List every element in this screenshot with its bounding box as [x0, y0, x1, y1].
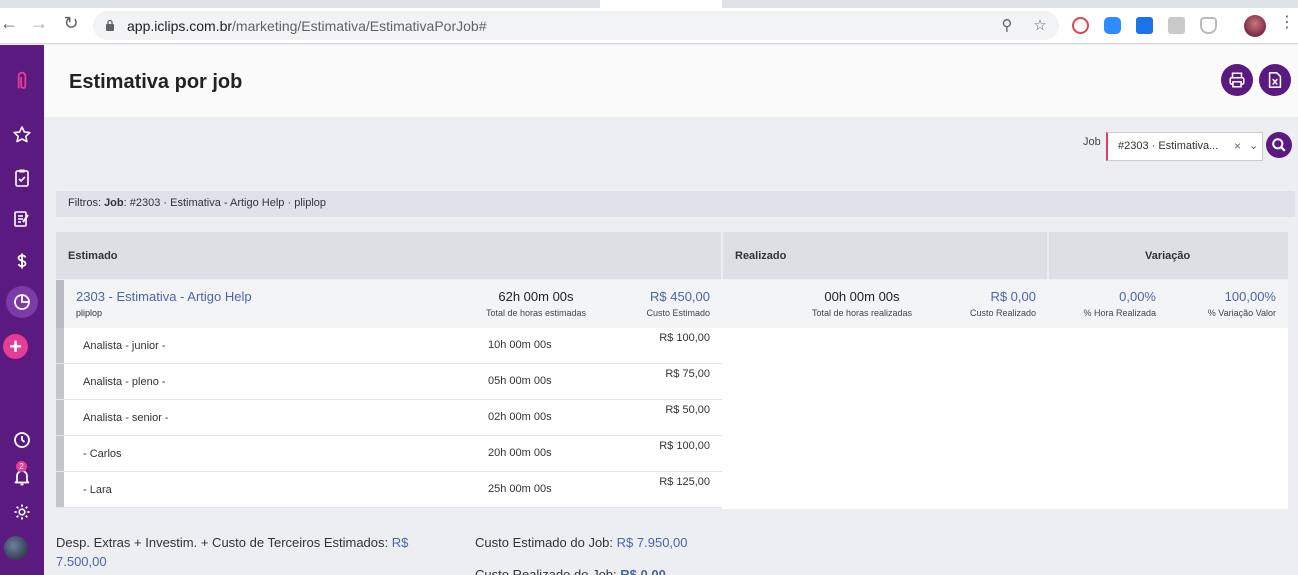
bookmark-star-icon[interactable]: ☆ — [1032, 18, 1048, 34]
resource-cost: R$ 50,00 — [665, 404, 710, 416]
clipboard-icon[interactable] — [6, 162, 38, 194]
add-icon[interactable]: + — [3, 334, 28, 359]
resource-name: Analista - pleno - — [83, 376, 166, 388]
estimated-hours: 62h 00m 00s Total de horas estimadas — [485, 289, 586, 318]
resource-hours: 05h 00m 00s — [488, 375, 552, 387]
resource-cost: R$ 75,00 — [665, 368, 710, 380]
job-select-value: #2303 · Estimativa... — [1118, 140, 1219, 152]
resource-cost: R$ 100,00 — [659, 440, 710, 452]
printer-icon — [1229, 72, 1245, 88]
page-title: Estimativa por job — [69, 71, 243, 93]
export-excel-button[interactable] — [1259, 64, 1291, 96]
user-avatar[interactable] — [4, 536, 28, 560]
table-row: Analista - junior - 10h 00m 00s R$ 100,0… — [56, 328, 722, 364]
lock-icon — [106, 19, 114, 31]
hour-realized-pct: 0,00% % Hora Realizada — [1083, 289, 1156, 318]
resource-hours: 02h 00m 00s — [488, 411, 552, 423]
row-marker — [56, 328, 64, 363]
search-button[interactable] — [1266, 132, 1292, 158]
row-marker — [56, 280, 64, 328]
estimated-cost: R$ 450,00 Custo Estimado — [646, 289, 710, 318]
job-cost-summary: Custo Estimado do Job: R$ 7.950,00 — [475, 535, 688, 550]
resource-name: Analista - junior - — [83, 340, 166, 352]
filters-value: : #2303 · Estimativa - Artigo Help · pli… — [123, 197, 326, 209]
browser-toolbar: ← → ↻ app.iclips.com.br/marketing/Estima… — [0, 0, 1298, 44]
header-realizado: Realizado — [723, 232, 1047, 279]
job-client: pliplop — [76, 308, 103, 318]
logo-icon[interactable] — [6, 65, 38, 97]
resource-hours: 20h 00m 00s — [488, 447, 552, 459]
table-row: Analista - senior - 02h 00m 00s R$ 50,00 — [56, 400, 722, 436]
resource-name: - Carlos — [83, 448, 122, 460]
extension-icon[interactable] — [1072, 17, 1089, 34]
empty-realized-area — [722, 328, 1288, 509]
reports-pie-icon[interactable] — [6, 286, 38, 318]
main-content: Estimativa por job Job #2303 · Estimativ… — [44, 45, 1298, 575]
chevron-down-icon[interactable]: ⌄ — [1249, 139, 1258, 152]
realized-hours: 00h 00m 00s Total de horas realizadas — [811, 289, 912, 318]
job-name-link[interactable]: 2303 - Estimativa - Artigo Help — [76, 289, 252, 304]
settings-gear-icon[interactable] — [6, 496, 38, 528]
trello-extension-icon[interactable] — [1136, 17, 1153, 34]
resource-hours: 10h 00m 00s — [488, 339, 552, 351]
extras-summary: Desp. Extras + Investim. + Custo de Terc… — [56, 535, 409, 569]
profile-avatar[interactable] — [1244, 15, 1266, 37]
active-tab[interactable] — [600, 0, 722, 8]
back-icon[interactable]: ← — [0, 14, 18, 32]
extension-m-icon[interactable] — [1168, 17, 1185, 34]
row-marker — [56, 364, 64, 399]
print-button[interactable] — [1221, 64, 1253, 96]
search-icon — [1272, 138, 1286, 152]
row-marker — [56, 436, 64, 471]
header-estimado: Estimado — [56, 232, 721, 279]
clock-icon[interactable] — [6, 424, 38, 456]
clear-icon[interactable]: × — [1234, 139, 1241, 153]
header-variacao: Variação — [1049, 232, 1288, 279]
job-select[interactable]: #2303 · Estimativa... × ⌄ — [1106, 132, 1263, 161]
url-text: app.iclips.com.br/marketing/Estimativa/E… — [127, 18, 487, 34]
row-marker — [56, 472, 64, 507]
zoom-extension-icon[interactable] — [1104, 17, 1121, 34]
resource-cost: R$ 100,00 — [659, 332, 710, 344]
resource-hours: 25h 00m 00s — [488, 483, 552, 495]
dollar-icon[interactable] — [6, 245, 38, 277]
job-filter-label: Job — [1083, 136, 1101, 148]
realized-cost: R$ 0,00 Custo Realizado — [969, 289, 1036, 318]
zoom-icon[interactable]: ⚲ — [999, 18, 1015, 34]
estimate-table: Estimado Realizado Variação 2303 - Estim… — [56, 232, 1288, 509]
notification-count-badge: 2 — [16, 461, 27, 472]
value-variation-pct: 100,00% % Variação Valor — [1207, 289, 1276, 318]
filters-prefix: Filtros: — [68, 197, 101, 209]
reload-icon[interactable]: ↻ — [62, 14, 80, 32]
address-bar[interactable]: app.iclips.com.br/marketing/Estimativa/E… — [93, 11, 1059, 40]
filters-key: Job — [104, 197, 124, 209]
table-row: - Lara 25h 00m 00s R$ 125,00 — [56, 472, 722, 508]
shield-extension-icon[interactable] — [1200, 17, 1217, 34]
row-marker — [56, 400, 64, 435]
excel-file-icon — [1268, 72, 1282, 88]
app-sidebar: + 2 — [0, 45, 44, 575]
star-icon[interactable] — [6, 119, 38, 151]
resource-name: - Lara — [83, 484, 112, 496]
tab-strip — [0, 0, 1298, 8]
table-row: - Carlos 20h 00m 00s R$ 100,00 — [56, 436, 722, 472]
edit-document-icon[interactable] — [6, 203, 38, 235]
resource-name: Analista - senior - — [83, 412, 169, 424]
job-realized-cost-summary: Custo Realizado do Job: R$ 0,00 — [475, 567, 666, 575]
resource-cost: R$ 125,00 — [659, 476, 710, 488]
table-row: Analista - pleno - 05h 00m 00s R$ 75,00 — [56, 364, 722, 400]
job-summary-row: 2303 - Estimativa - Artigo Help pliplop … — [56, 280, 1288, 328]
menu-icon[interactable]: ⋮ — [1278, 14, 1296, 32]
active-filters-bar: Filtros: Job: #2303 · Estimativa - Artig… — [56, 191, 1295, 217]
forward-icon[interactable]: → — [30, 14, 48, 32]
page-header: Estimativa por job — [44, 45, 1298, 117]
